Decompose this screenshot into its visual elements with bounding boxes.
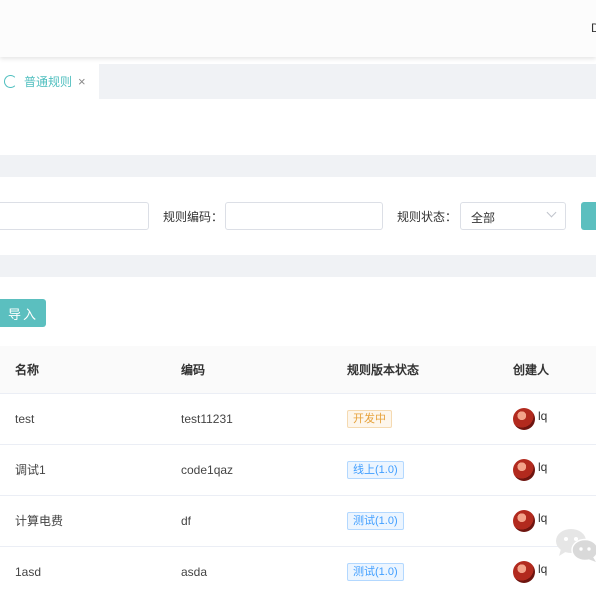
- creator-name: lq: [538, 408, 548, 423]
- wechat-icon[interactable]: [555, 525, 596, 565]
- rule-status-value: 全部: [471, 211, 496, 225]
- divider-band: [0, 255, 596, 277]
- avatar: [513, 509, 535, 532]
- rule-code: code1qaz: [166, 444, 332, 496]
- filter-form: 规则编码： 规则状态： 全部: [0, 177, 596, 255]
- tabs-bar: 普通规则 ×: [0, 64, 596, 99]
- chevron-down-icon: [546, 207, 557, 218]
- status-badge: 测试(1.0): [347, 511, 404, 530]
- rules-panel: 导入 名称 编码 规则版本状态 创建人 test test11231 开发中 l…: [0, 277, 596, 596]
- name-input[interactable]: [0, 202, 149, 230]
- column-header-version-status[interactable]: 规则版本状态: [332, 346, 498, 394]
- creator-name: lq: [538, 561, 548, 576]
- rule-code: asda: [166, 546, 332, 596]
- status-badge: 测试(1.0): [347, 562, 404, 581]
- rule-status-label: 规则状态：: [397, 210, 458, 224]
- rule-name: 1asd: [0, 546, 166, 596]
- creator-name: lq: [538, 459, 548, 474]
- column-header-creator[interactable]: 创建人: [498, 346, 596, 394]
- rule-name: 计算电费: [0, 495, 166, 547]
- avatar: [513, 458, 535, 481]
- table-row[interactable]: test test11231 开发中 lq: [0, 393, 596, 445]
- avatar: [513, 560, 535, 583]
- loading-icon: [4, 75, 17, 88]
- divider-band: [0, 155, 596, 177]
- column-header-code[interactable]: 编码: [166, 346, 332, 394]
- status-badge: 开发中: [347, 409, 392, 428]
- rule-code: df: [166, 495, 332, 547]
- close-icon[interactable]: ×: [78, 74, 86, 89]
- top-header: D: [0, 0, 596, 57]
- tab-label: 普通规则: [24, 75, 73, 89]
- avatar: [513, 407, 535, 430]
- creator-name: lq: [538, 510, 548, 525]
- status-badge: 线上(1.0): [347, 460, 404, 479]
- tab-normal-rules[interactable]: 普通规则 ×: [0, 64, 99, 99]
- search-button[interactable]: [581, 202, 596, 230]
- column-header-name[interactable]: 名称: [0, 346, 166, 394]
- header-user-text[interactable]: D: [591, 21, 596, 35]
- rule-status-select[interactable]: 全部: [460, 202, 566, 230]
- rule-code-input[interactable]: [225, 202, 383, 230]
- table-row[interactable]: 计算电费 df 测试(1.0) lq: [0, 495, 596, 547]
- table-row[interactable]: 1asd asda 测试(1.0) lq: [0, 546, 596, 596]
- rule-code: test11231: [166, 393, 332, 445]
- rule-code-label: 规则编码：: [163, 210, 224, 224]
- rule-name: test: [0, 393, 166, 445]
- rule-name: 调试1: [0, 444, 166, 496]
- rules-table: 名称 编码 规则版本状态 创建人 test test11231 开发中 lq 调…: [0, 346, 596, 596]
- table-row[interactable]: 调试1 code1qaz 线上(1.0) lq: [0, 444, 596, 496]
- import-button[interactable]: 导入: [0, 299, 46, 327]
- table-header-row: 名称 编码 规则版本状态 创建人: [0, 346, 596, 394]
